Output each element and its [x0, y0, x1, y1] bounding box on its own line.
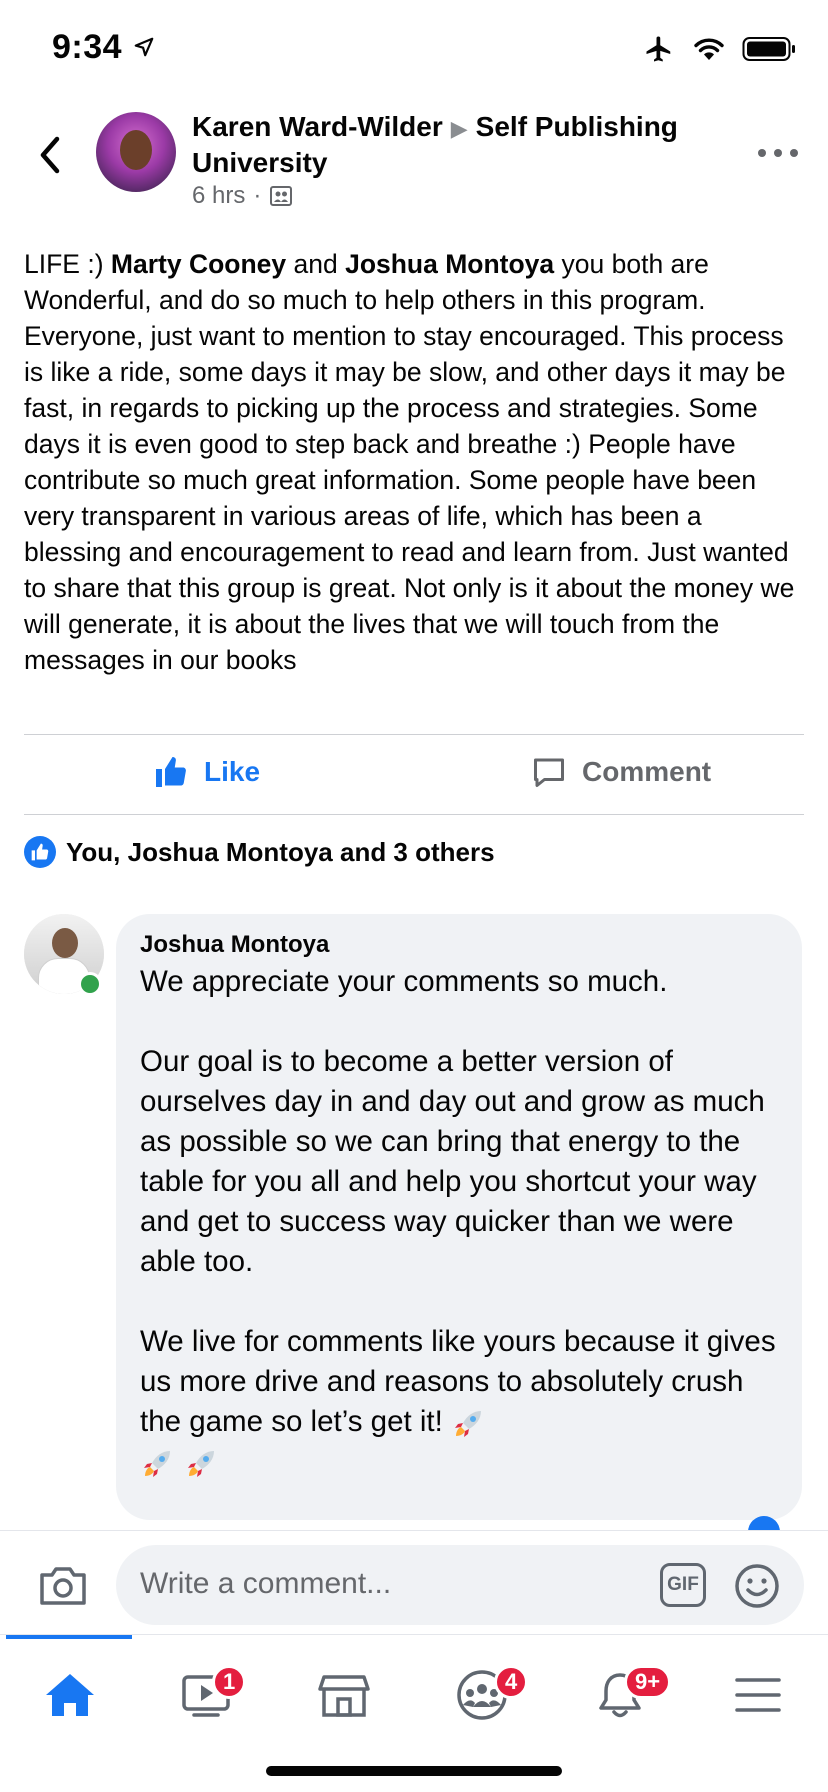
post-text-segment: you both are Wonderful, and do so much t… [24, 249, 795, 675]
reactions-text: You, Joshua Montoya and 3 others [66, 836, 495, 867]
comment-label: Comment [582, 756, 712, 787]
author-avatar[interactable] [96, 112, 176, 192]
dot-icon [790, 149, 798, 157]
status-bar: 9:34 [0, 0, 828, 100]
online-status-icon [78, 972, 102, 996]
rocket-icon [144, 1451, 170, 1478]
post-header: Karen Ward-Wilder ▶ Self Publishing Univer… [0, 108, 828, 218]
groups-badge: 4 [494, 1665, 529, 1699]
meta-separator: · [253, 182, 262, 209]
marketplace-icon [318, 1675, 370, 1717]
rocket-icon [455, 1411, 482, 1438]
post-text-segment: and [286, 249, 346, 279]
comment-placeholder: Write a comment... [140, 1567, 392, 1600]
rocket-icon [188, 1451, 215, 1478]
author-name[interactable]: Karen Ward-Wilder [192, 111, 443, 142]
post-time[interactable]: 6 hrs [192, 182, 245, 210]
reactions-summary[interactable]: You, Joshua Montoya and 3 others [24, 836, 495, 868]
action-row: Like Comment [0, 736, 828, 814]
home-indicator[interactable] [266, 1766, 562, 1776]
camera-button[interactable] [38, 1563, 88, 1607]
avatar-head [52, 928, 78, 958]
home-icon [46, 1674, 94, 1716]
comment-button[interactable]: Comment [530, 754, 711, 790]
tab-notifications[interactable]: 9+ [560, 1655, 680, 1735]
back-button[interactable] [30, 130, 70, 180]
comment-paragraph: We appreciate your comments so much. [140, 965, 668, 998]
dot-icon [774, 149, 782, 157]
thumbs-up-icon [31, 843, 49, 861]
comment-bubble-icon [534, 758, 564, 787]
chevron-left-icon [40, 136, 60, 174]
mention-marty-cooney[interactable]: Marty Cooney [111, 249, 286, 279]
thumbs-up-icon [156, 757, 186, 787]
post-meta: 6 hrs · [192, 182, 293, 210]
comment-bubble[interactable]: Joshua Montoya We appreciate your commen… [116, 914, 802, 1520]
emoji-icon[interactable] [734, 1563, 780, 1609]
status-time: 9:34 [52, 28, 123, 66]
post-text-segment: LIFE :) [24, 249, 111, 279]
tab-groups[interactable]: 4 [422, 1655, 542, 1735]
camera-icon [40, 1567, 86, 1605]
comment-paragraph: Our goal is to become a better version o… [140, 1045, 773, 1278]
menu-icon [735, 1678, 781, 1712]
active-tab-indicator [6, 1635, 132, 1639]
like-label: Like [204, 756, 261, 787]
tab-marketplace[interactable] [284, 1655, 404, 1735]
airplane-icon [646, 36, 671, 62]
mention-joshua-montoya[interactable]: Joshua Montoya [345, 249, 554, 279]
location-arrow-icon [134, 37, 154, 57]
post-title: Karen Ward-Wilder ▶ Self Publishing Univer… [192, 110, 732, 180]
comment-input[interactable]: Write a comment... GIF [116, 1545, 804, 1625]
post-body: LIFE :) Marty Cooney and Joshua Montoya … [24, 246, 806, 678]
comment-author[interactable]: Joshua Montoya [140, 930, 778, 960]
avatar-face [120, 130, 152, 170]
comment-reaction-icon[interactable] [744, 1512, 784, 1532]
battery-icon [742, 37, 795, 61]
notifications-badge: 9+ [624, 1665, 672, 1699]
tab-watch[interactable]: 1 [146, 1655, 266, 1735]
watch-badge: 1 [212, 1665, 247, 1699]
comment-text: We appreciate your comments so much. Our… [140, 962, 778, 1482]
gif-button[interactable]: GIF [660, 1563, 706, 1607]
divider [24, 734, 804, 735]
wifi-icon [694, 38, 724, 60]
like-button[interactable]: Like [152, 754, 260, 790]
tab-menu[interactable] [698, 1655, 818, 1735]
comment-composer: Write a comment... GIF [0, 1530, 828, 1634]
group-icon [270, 186, 293, 206]
dot-icon [758, 149, 766, 157]
more-options-button[interactable] [758, 138, 798, 168]
triangle-right-icon: ▶ [450, 116, 468, 141]
like-reaction-icon [24, 836, 56, 868]
tab-home[interactable] [10, 1655, 130, 1735]
divider [24, 814, 804, 815]
